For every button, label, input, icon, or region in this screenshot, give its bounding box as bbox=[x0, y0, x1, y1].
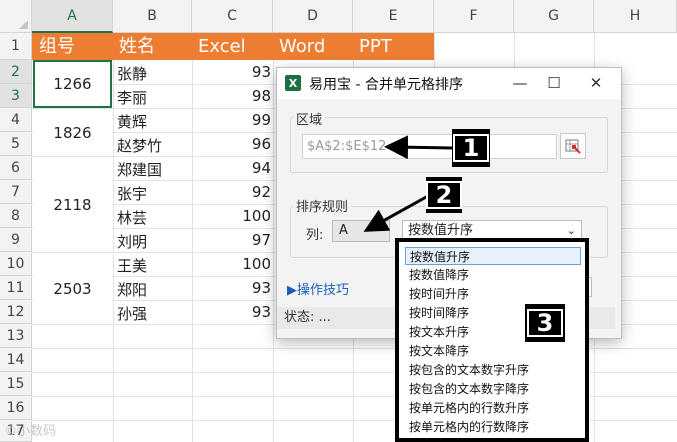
annotation-arrows bbox=[363, 135, 453, 232]
annotation-badge-2: 2 bbox=[425, 177, 463, 213]
annotation-badge-3: 3 bbox=[525, 304, 565, 342]
arrow-to-range-input bbox=[384, 135, 453, 160]
annotation-badge-1: 1 bbox=[452, 129, 490, 167]
arrow-to-column-input bbox=[363, 194, 429, 232]
